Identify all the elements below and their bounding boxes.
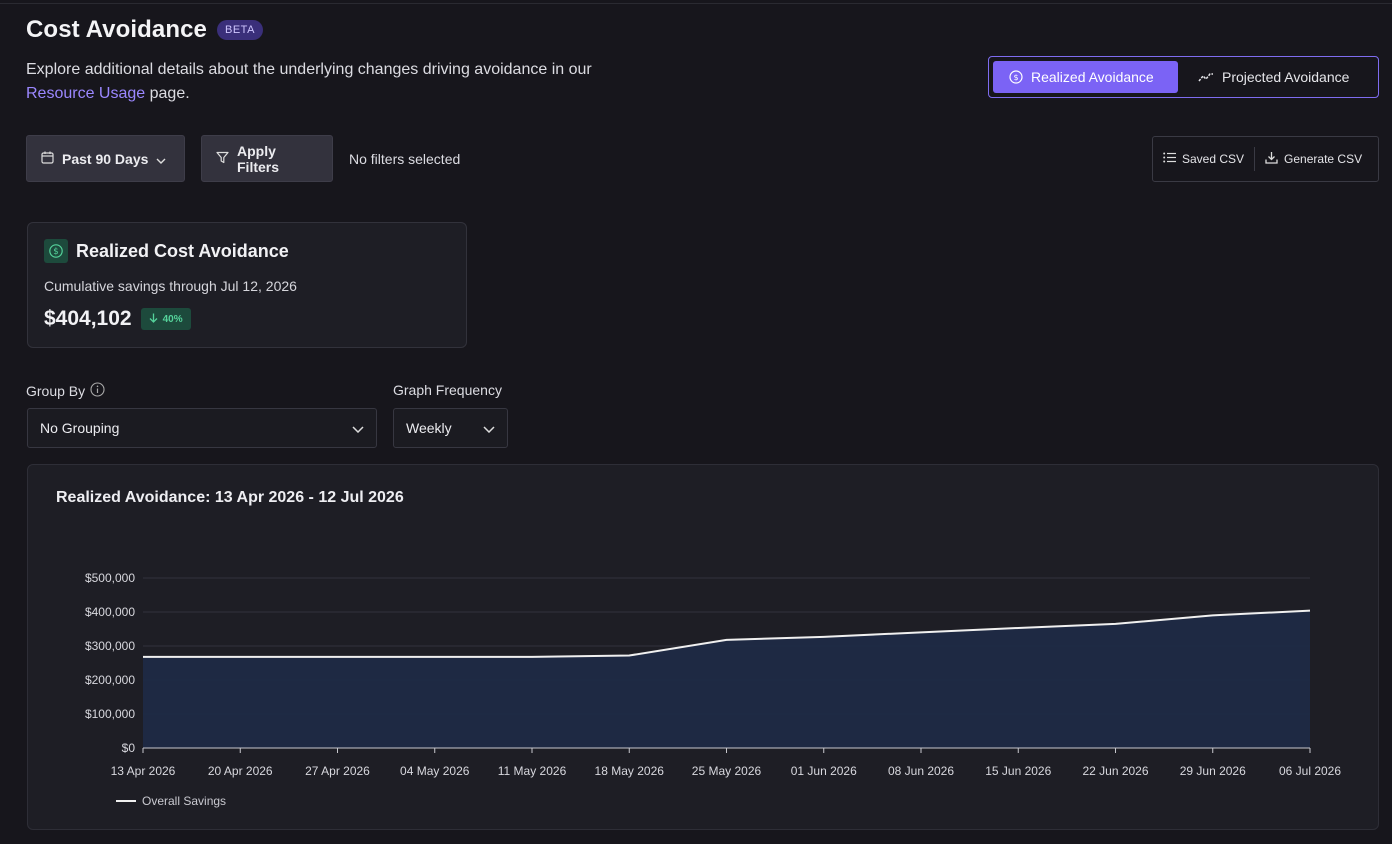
top-divider [0, 0, 1392, 4]
download-icon [1265, 151, 1278, 167]
y-tick-label: $200,000 [85, 673, 135, 687]
filter-status: No filters selected [349, 150, 461, 167]
graph-frequency-value: Weekly [406, 420, 452, 436]
graph-frequency-label-text: Graph Frequency [393, 382, 502, 398]
resource-usage-link[interactable]: Resource Usage [26, 85, 145, 102]
generate-csv-label: Generate CSV [1284, 152, 1363, 166]
date-range-label: Past 90 Days [62, 150, 149, 167]
x-tick-label: 29 Jun 2026 [1180, 764, 1246, 778]
x-tick-label: 18 May 2026 [595, 764, 665, 778]
projected-avoidance-label: Projected Avoidance [1222, 69, 1350, 85]
projected-avoidance-button[interactable]: Projected Avoidance [1182, 61, 1365, 93]
chart-legend[interactable]: Overall Savings [116, 794, 226, 808]
page-title: Cost Avoidance [26, 16, 207, 43]
avoidance-mode-toggle: $ Realized Avoidance Projected Avoidance [988, 56, 1379, 98]
y-tick-label: $100,000 [85, 707, 135, 721]
x-tick-label: 15 Jun 2026 [985, 764, 1051, 778]
graph-frequency-select[interactable]: Weekly [393, 408, 508, 448]
group-by-label-text: Group By [26, 383, 86, 399]
x-tick-label: 13 Apr 2026 [111, 764, 176, 778]
x-tick-label: 01 Jun 2026 [791, 764, 857, 778]
kpi-value: $404,102 [44, 307, 132, 330]
page-subtitle: Explore additional details about the und… [26, 58, 666, 106]
date-range-dropdown[interactable]: Past 90 Days [26, 135, 185, 182]
x-tick-label: 06 Jul 2026 [1279, 764, 1341, 778]
svg-text:$: $ [53, 247, 58, 257]
kpi-delta-value: 40% [162, 313, 183, 325]
graph-frequency-label: Graph Frequency [393, 382, 502, 398]
x-tick-label: 08 Jun 2026 [888, 764, 954, 778]
x-tick-label: 22 Jun 2026 [1082, 764, 1148, 778]
legend-label: Overall Savings [142, 794, 227, 808]
y-tick-label: $500,000 [85, 571, 135, 585]
trend-line-icon [1198, 71, 1214, 83]
realized-avoidance-button[interactable]: $ Realized Avoidance [993, 61, 1178, 93]
kpi-header: $ Realized Cost Avoidance [44, 239, 289, 263]
filter-icon [216, 151, 229, 167]
calendar-icon [41, 151, 54, 167]
dollar-circle-icon: $ [1009, 70, 1023, 84]
filter-bar: Past 90 Days Apply Filters No filters se… [26, 135, 460, 182]
legend-line-swatch [116, 800, 136, 802]
x-tick-label: 04 May 2026 [400, 764, 470, 778]
realized-cost-avoidance-card: $ Realized Cost Avoidance Cumulative sav… [27, 222, 467, 348]
y-tick-label: $400,000 [85, 605, 135, 619]
saved-csv-label: Saved CSV [1182, 152, 1245, 166]
x-tick-label: 11 May 2026 [498, 764, 567, 778]
realized-avoidance-label: Realized Avoidance [1031, 69, 1154, 85]
series-area [143, 610, 1310, 748]
chevron-down-icon [156, 151, 166, 167]
kpi-subtitle: Cumulative savings through Jul 12, 2026 [44, 278, 297, 294]
generate-csv-button[interactable]: Generate CSV [1255, 137, 1372, 181]
chevron-down-icon [352, 420, 364, 436]
chevron-down-icon [483, 420, 495, 436]
saved-csv-button[interactable]: Saved CSV [1153, 137, 1254, 181]
apply-filters-button[interactable]: Apply Filters [201, 135, 333, 182]
svg-text:$: $ [1013, 73, 1018, 82]
arrow-down-icon [149, 313, 158, 326]
page-header: Cost Avoidance BETA [26, 16, 263, 44]
realized-avoidance-chart: $0 $100,000 $200,000 $300,000 $400,000 $500,0… [85, 571, 1341, 778]
group-by-value: No Grouping [40, 420, 120, 436]
y-tick-label: $300,000 [85, 639, 135, 653]
apply-filters-label: Apply Filters [237, 142, 280, 175]
group-by-select[interactable]: No Grouping [27, 408, 377, 448]
group-by-label: Group By [26, 382, 105, 400]
x-tick-label: 27 Apr 2026 [305, 764, 370, 778]
x-tick-label: 25 May 2026 [692, 764, 762, 778]
csv-actions: Saved CSV Generate CSV [1152, 136, 1379, 182]
beta-badge: BETA [217, 20, 263, 40]
list-icon [1163, 152, 1176, 166]
realized-avoidance-chart-card: Realized Avoidance: 13 Apr 2026 - 12 Jul… [27, 464, 1379, 830]
dollar-circle-icon: $ [44, 239, 68, 263]
subtitle-text: Explore additional details about the und… [26, 61, 592, 78]
subtitle-tail: page. [149, 85, 190, 102]
y-tick-label: $0 [122, 741, 136, 755]
kpi-value-row: $404,102 40% [44, 307, 191, 331]
kpi-title: Realized Cost Avoidance [76, 240, 289, 261]
kpi-delta-badge: 40% [140, 308, 191, 330]
x-tick-label: 20 Apr 2026 [208, 764, 273, 778]
info-icon[interactable] [90, 382, 105, 400]
